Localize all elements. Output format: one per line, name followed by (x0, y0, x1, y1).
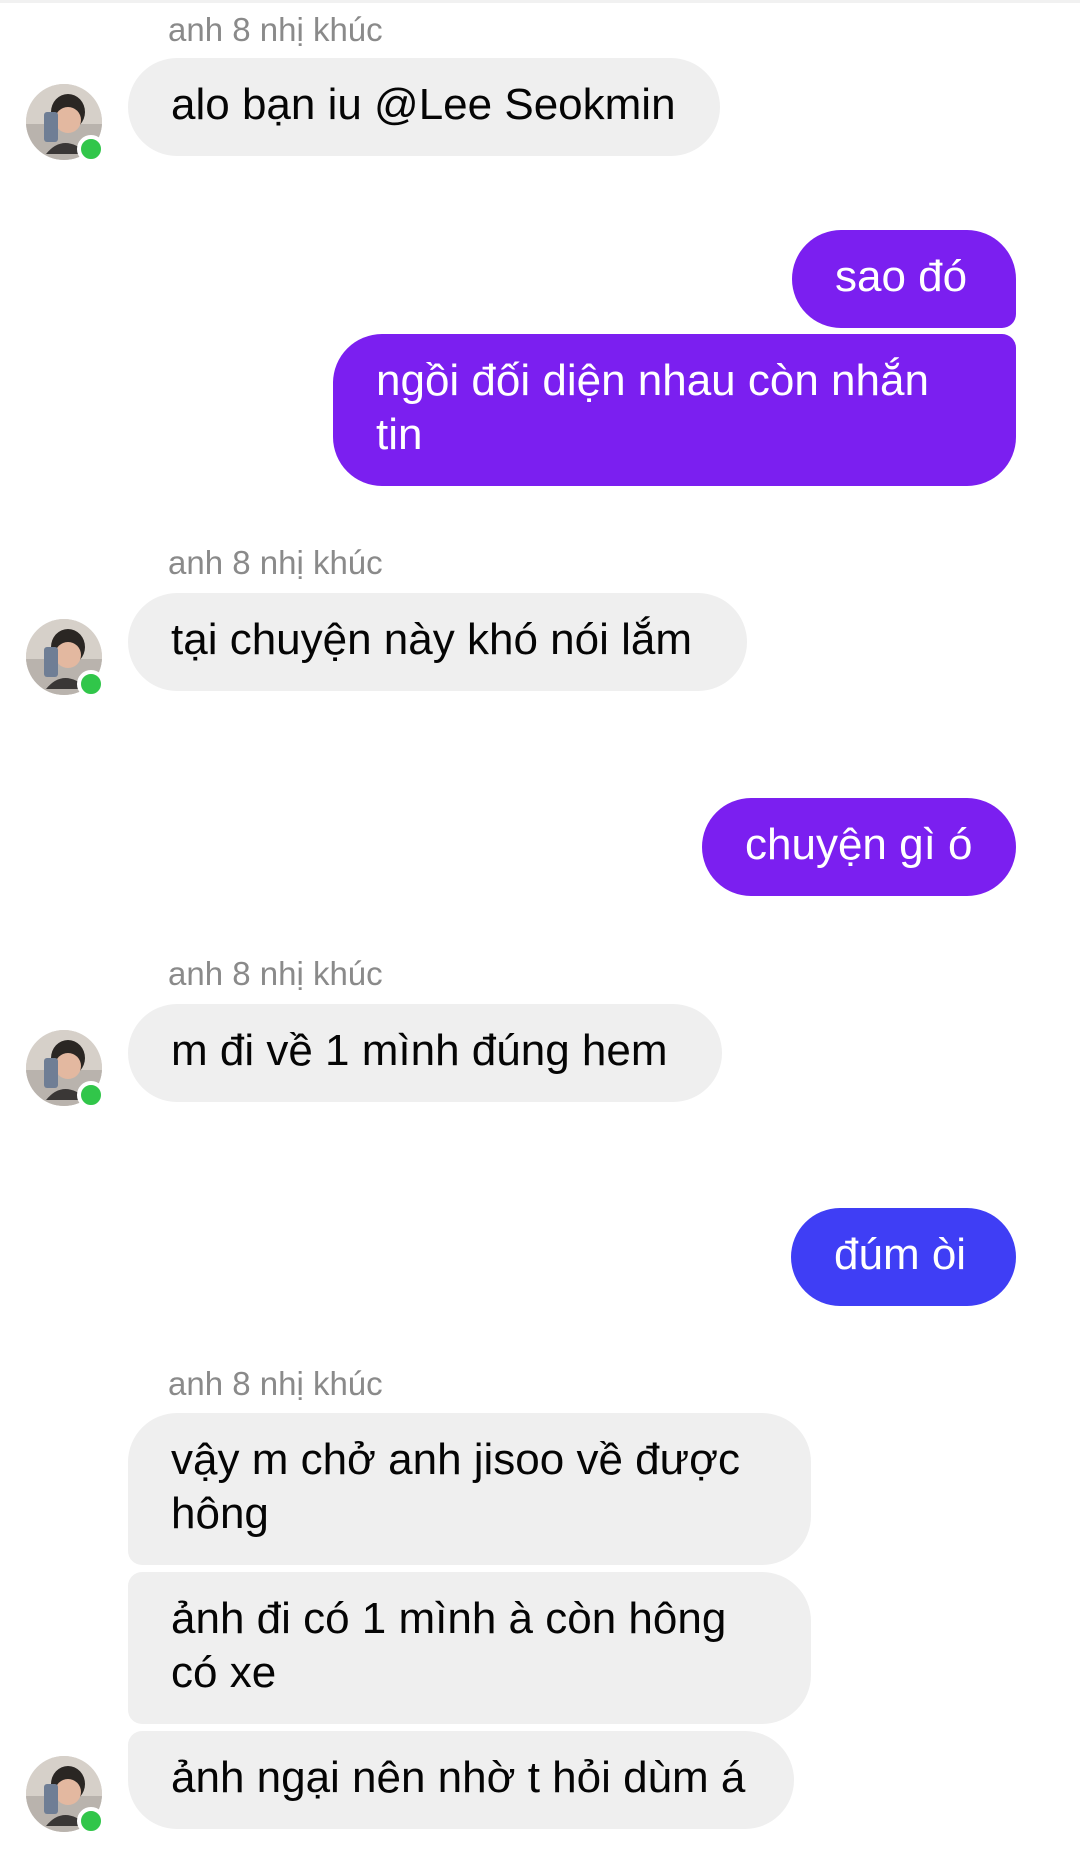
message-bubble-outgoing[interactable]: đúm òi (791, 1208, 1016, 1306)
avatar[interactable] (26, 84, 105, 163)
sender-name: anh 8 nhị khúc (168, 1365, 383, 1402)
sender-name: anh 8 nhị khúc (168, 955, 383, 992)
online-status-icon (77, 1807, 105, 1835)
online-status-icon (77, 670, 105, 698)
avatar[interactable] (26, 619, 105, 698)
avatar[interactable] (26, 1030, 105, 1109)
header-divider (0, 0, 1080, 3)
message-bubble-outgoing[interactable]: chuyện gì ó (702, 798, 1016, 896)
message-bubble-incoming[interactable]: alo bạn iu @Lee Seokmin (128, 58, 720, 156)
message-thread: anh 8 nhị khúc alo bạn iu @Lee Seokmin s… (0, 0, 1080, 1854)
message-bubble-incoming[interactable]: ảnh đi có 1 mình à còn hông có xe (128, 1572, 811, 1724)
message-bubble-incoming[interactable]: tại chuyện này khó nói lắm (128, 593, 747, 691)
online-status-icon (77, 135, 105, 163)
message-bubble-incoming[interactable]: m đi về 1 mình đúng hem (128, 1004, 722, 1102)
avatar[interactable] (26, 1756, 105, 1835)
message-bubble-outgoing[interactable]: ngồi đối diện nhau còn nhắn tin (333, 334, 1016, 486)
message-bubble-outgoing[interactable]: sao đó (792, 230, 1016, 328)
message-bubble-incoming[interactable]: vậy m chở anh jisoo về được hông (128, 1413, 811, 1565)
message-bubble-incoming[interactable]: ảnh ngại nên nhờ t hỏi dùm á (128, 1731, 794, 1829)
online-status-icon (77, 1081, 105, 1109)
sender-name: anh 8 nhị khúc (168, 11, 383, 48)
sender-name: anh 8 nhị khúc (168, 544, 383, 581)
